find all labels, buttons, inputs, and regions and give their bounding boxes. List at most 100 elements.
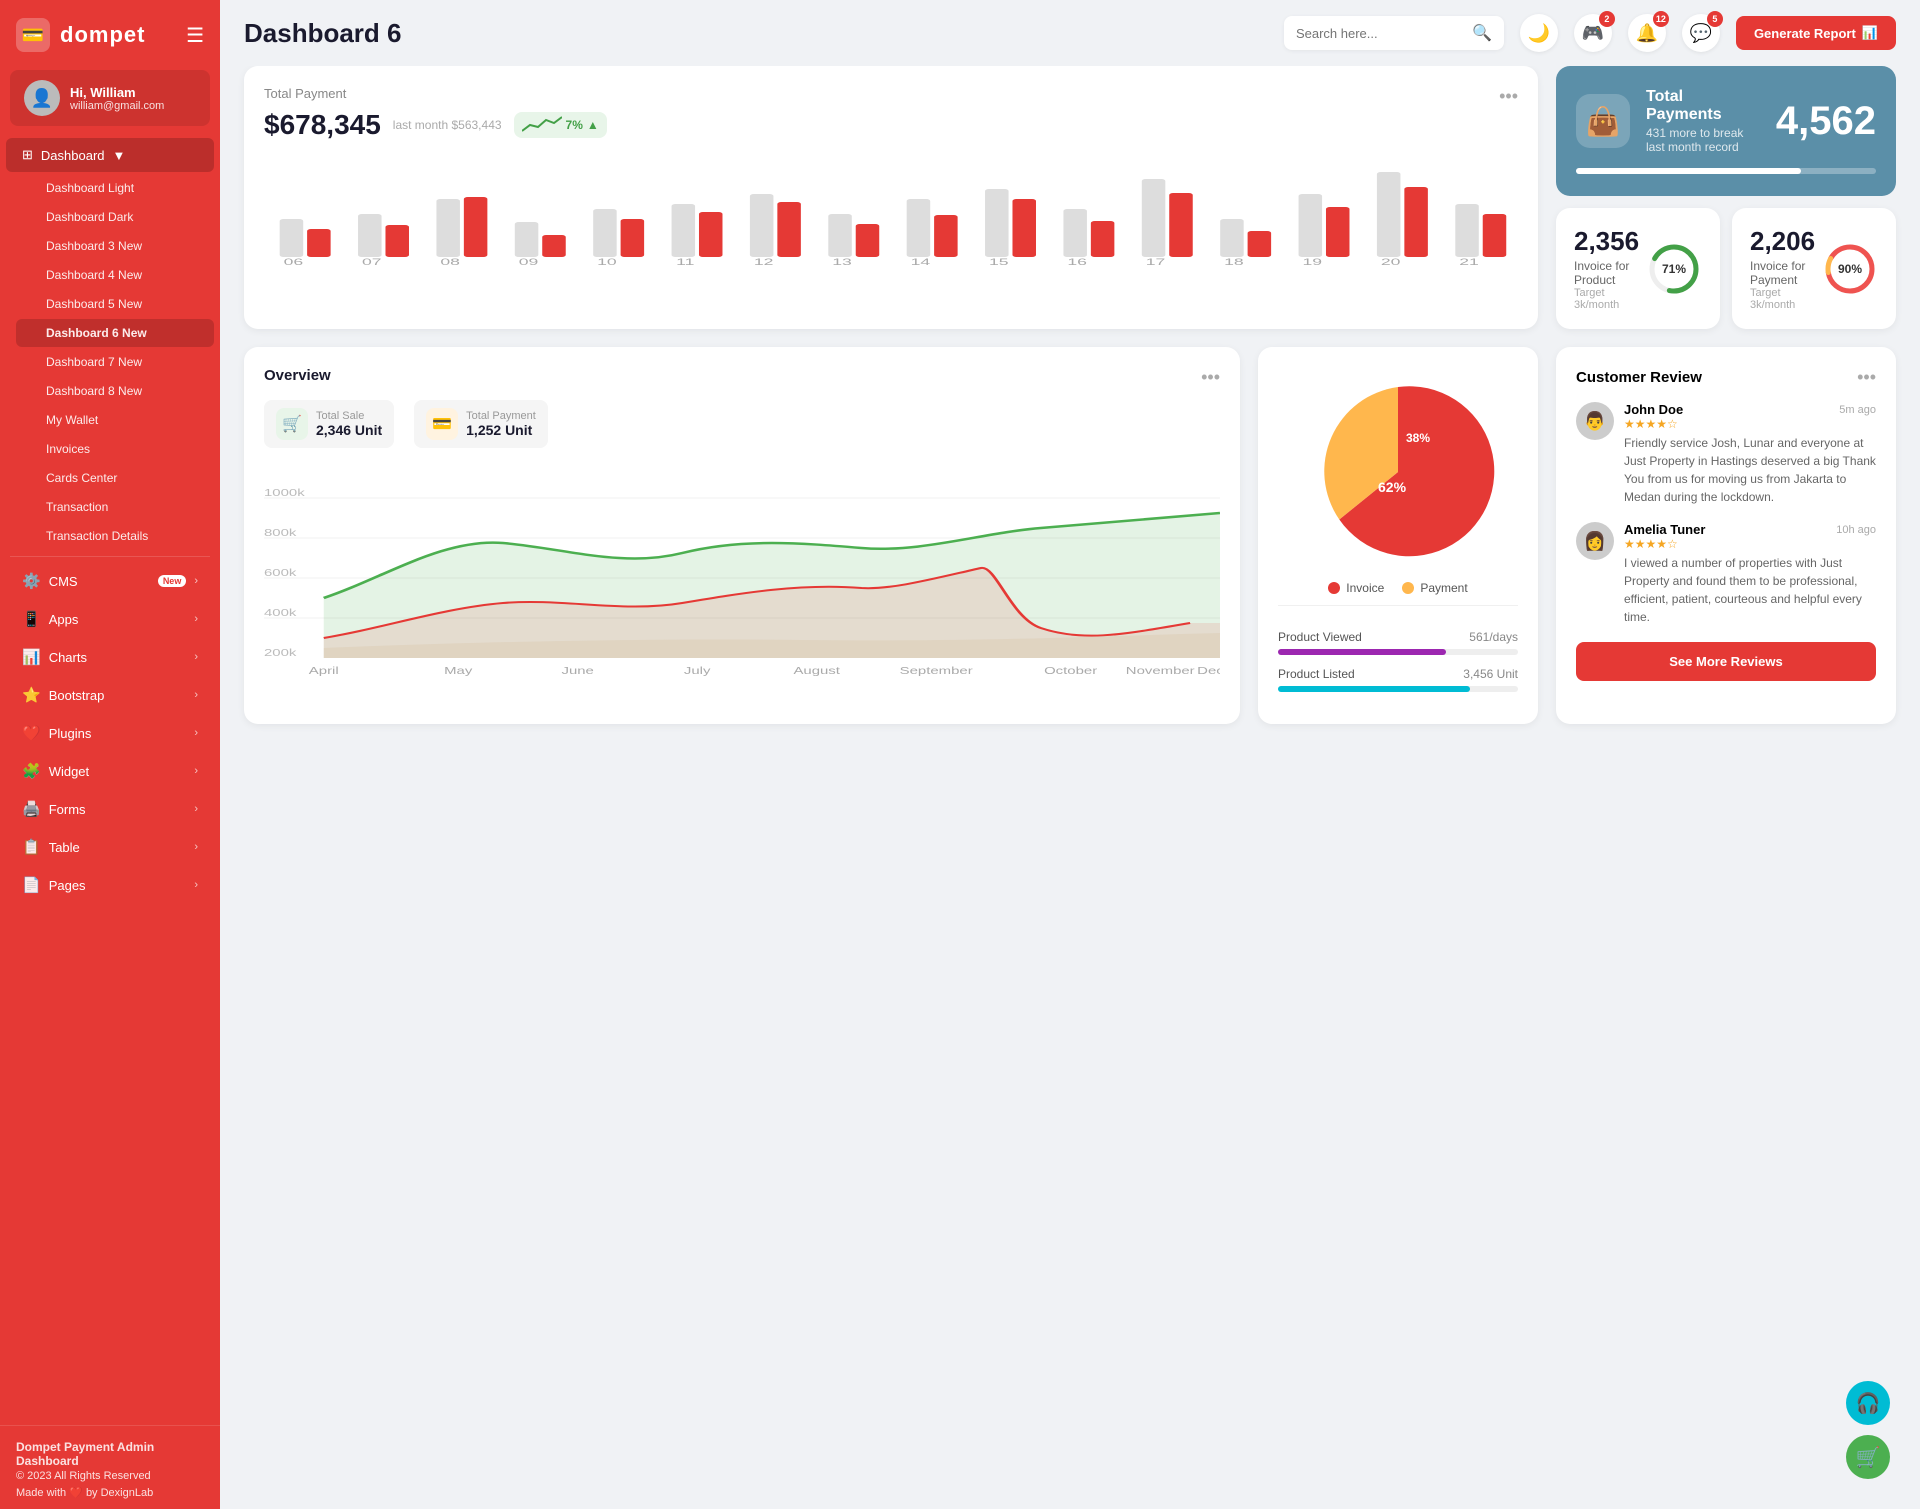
- svg-text:12: 12: [754, 257, 774, 267]
- payment-legend-dot: [1402, 582, 1414, 594]
- svg-text:November: November: [1126, 665, 1196, 677]
- total-payment-chip: 💳 Total Payment 1,252 Unit: [414, 400, 548, 448]
- table-icon: 📋: [22, 838, 41, 856]
- review-more-icon[interactable]: •••: [1857, 367, 1876, 388]
- blue-card-text: Total Payments 431 more to break last mo…: [1646, 88, 1760, 154]
- reviewer-2-avatar: 👩: [1576, 522, 1614, 560]
- invoice-payment-sublabel: Target 3k/month: [1750, 287, 1822, 311]
- sidebar-item-dashboard-6[interactable]: Dashboard 6 New: [16, 319, 214, 347]
- sidebar-item-dashboard-light[interactable]: Dashboard Light: [16, 174, 214, 202]
- review-title: Customer Review: [1576, 369, 1702, 386]
- chevron-right-icon: ›: [194, 651, 198, 663]
- sidebar-item-table[interactable]: 📋 Table ›: [6, 829, 214, 865]
- new-badge: New: [118, 297, 142, 311]
- hamburger-icon[interactable]: ☰: [186, 23, 204, 48]
- svg-text:800k: 800k: [264, 527, 297, 539]
- headset-icon: 🎧: [1856, 1391, 1881, 1416]
- invoice-product-sublabel: Target 3k/month: [1574, 287, 1646, 311]
- area-chart: 1000k 800k 600k 400k 200k: [264, 458, 1220, 683]
- svg-text:1000k: 1000k: [264, 487, 305, 499]
- svg-text:06: 06: [284, 257, 304, 267]
- invoice-product-donut: 71%: [1646, 241, 1702, 297]
- sidebar-item-cards-center[interactable]: Cards Center: [16, 464, 214, 492]
- overview-title: Overview: [264, 367, 331, 384]
- svg-text:May: May: [444, 665, 473, 677]
- dashboard-label: Dashboard: [41, 148, 105, 163]
- invoice-cards-row: 2,356 Invoice for Product Target 3k/mont…: [1556, 208, 1896, 329]
- notifications-btn[interactable]: 🔔 12: [1628, 14, 1666, 52]
- chat-icon: 💬: [1690, 23, 1712, 44]
- footer-made: Made with ❤️ by DexignLab: [16, 1486, 204, 1499]
- cart-icon: 🛒: [1856, 1445, 1881, 1470]
- sidebar-item-forms[interactable]: 🖨️ Forms ›: [6, 791, 214, 827]
- trend-badge: 7% ▲: [514, 112, 607, 138]
- forms-icon: 🖨️: [22, 800, 41, 818]
- see-more-reviews-button[interactable]: See More Reviews: [1576, 642, 1876, 681]
- sidebar-item-dashboard-7[interactable]: Dashboard 7 New: [16, 348, 214, 376]
- sidebar-item-dashboard-dark[interactable]: Dashboard Dark: [16, 203, 214, 231]
- reviewer-1-avatar: 👨: [1576, 402, 1614, 440]
- product-viewed-label: Product Viewed: [1278, 630, 1362, 644]
- svg-text:10: 10: [597, 257, 617, 267]
- generate-report-label: Generate Report: [1754, 26, 1856, 41]
- table-label: Table: [49, 840, 187, 855]
- more-options-icon[interactable]: •••: [1499, 86, 1518, 107]
- logo-icon: 💳: [16, 18, 50, 52]
- search-input[interactable]: [1296, 26, 1464, 41]
- sidebar-item-widget[interactable]: 🧩 Widget ›: [6, 753, 214, 789]
- sidebar-item-dashboard-3[interactable]: Dashboard 3 New: [16, 232, 214, 260]
- chevron-right-icon: ›: [194, 803, 198, 815]
- search-icon[interactable]: 🔍: [1472, 23, 1492, 43]
- reviewer-1-time: 5m ago: [1839, 404, 1876, 416]
- product-listed-label: Product Listed: [1278, 667, 1355, 681]
- sidebar-item-charts[interactable]: 📊 Charts ›: [6, 639, 214, 675]
- top-row: Total Payment $678,345 last month $563,4…: [244, 66, 1896, 329]
- sidebar-item-dashboard-8[interactable]: Dashboard 8 New: [16, 377, 214, 405]
- charts-icon: 📊: [22, 648, 41, 666]
- sidebar-nav: ⊞ Dashboard ▼ Dashboard Light Dashboard …: [0, 138, 220, 1425]
- sidebar-item-pages[interactable]: 📄 Pages ›: [6, 867, 214, 903]
- sidebar-item-cms[interactable]: ⚙️ CMS New ›: [6, 563, 214, 599]
- overview-more-icon[interactable]: •••: [1201, 367, 1220, 388]
- logo-text: dompet: [60, 22, 145, 48]
- messages-badge: 5: [1707, 11, 1723, 27]
- invoice-payment-count: 2,206: [1750, 226, 1822, 257]
- theme-toggle-btn[interactable]: 🌙: [1520, 14, 1558, 52]
- messages-btn[interactable]: 💬 5: [1682, 14, 1720, 52]
- sidebar-item-apps[interactable]: 📱 Apps ›: [6, 601, 214, 637]
- reviewer-1-stars: ★★★★☆: [1624, 417, 1876, 431]
- card-header: Total Payment $678,345 last month $563,4…: [264, 86, 1518, 145]
- product-listed-stat: Product Listed 3,456 Unit: [1278, 667, 1518, 692]
- sidebar-item-dashboard-5[interactable]: Dashboard 5 New: [16, 290, 214, 318]
- sidebar-item-my-wallet[interactable]: My Wallet: [16, 406, 214, 434]
- svg-text:200k: 200k: [264, 647, 297, 659]
- chat-floating-btn[interactable]: 🎧: [1846, 1381, 1890, 1425]
- overview-card: Overview ••• 🛒 Total Sale 2,346 Unit 💳: [244, 347, 1240, 724]
- sidebar-item-transaction-details[interactable]: Transaction Details: [16, 522, 214, 550]
- product-listed-header: Product Listed 3,456 Unit: [1278, 667, 1518, 681]
- generate-report-button[interactable]: Generate Report 📊: [1736, 16, 1896, 50]
- trend-chart-icon: [522, 115, 562, 135]
- svg-text:15: 15: [989, 257, 1009, 267]
- sidebar-item-dashboard-4[interactable]: Dashboard 4 New: [16, 261, 214, 289]
- product-listed-value: 3,456 Unit: [1463, 667, 1518, 681]
- moon-icon: 🌙: [1528, 23, 1550, 44]
- svg-text:July: July: [684, 665, 711, 677]
- cart-floating-btn[interactable]: 🛒: [1846, 1435, 1890, 1479]
- games-btn[interactable]: 🎮 2: [1574, 14, 1612, 52]
- blue-card-number: 4,562: [1776, 99, 1876, 144]
- invoice-product-count: 2,356: [1574, 226, 1646, 257]
- sidebar-item-dashboard[interactable]: ⊞ Dashboard ▼: [6, 138, 214, 172]
- sidebar-item-plugins[interactable]: ❤️ Plugins ›: [6, 715, 214, 751]
- sidebar-item-transaction[interactable]: Transaction: [16, 493, 214, 521]
- sidebar-item-bootstrap[interactable]: ⭐ Bootstrap ›: [6, 677, 214, 713]
- sidebar-item-invoices[interactable]: Invoices: [16, 435, 214, 463]
- blue-card-inner: 👜 Total Payments 431 more to break last …: [1576, 88, 1876, 154]
- reviewer-1-header: John Doe 5m ago: [1624, 402, 1876, 417]
- svg-text:600k: 600k: [264, 567, 297, 579]
- sidebar-logo: 💳 dompet ☰: [0, 0, 220, 70]
- main-content: Dashboard 6 🔍 🌙 🎮 2 🔔 12 💬 5 Generate Re…: [220, 0, 1920, 1509]
- dashboard-icon: ⊞: [22, 147, 33, 163]
- bootstrap-label: Bootstrap: [49, 688, 187, 703]
- area-chart-svg: 1000k 800k 600k 400k 200k: [264, 458, 1220, 678]
